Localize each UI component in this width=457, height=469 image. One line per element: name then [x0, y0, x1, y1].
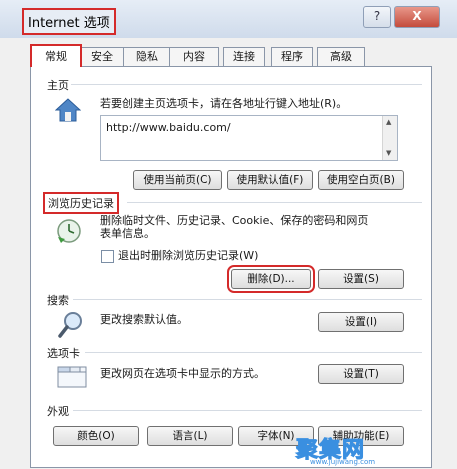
- tabs-group-title: 选项卡: [45, 345, 82, 361]
- history-group-rule: [127, 202, 422, 203]
- tab-connections[interactable]: 连接: [223, 47, 265, 66]
- search-description: 更改搜索默认值。: [100, 313, 188, 326]
- scroll-up-icon[interactable]: ▲: [386, 118, 391, 126]
- home-group-title: 主页: [45, 77, 71, 93]
- home-url-value: http://www.baidu.com/: [106, 121, 231, 134]
- history-clock-icon: [55, 217, 83, 245]
- colors-button[interactable]: 颜色(O): [53, 426, 139, 446]
- languages-button[interactable]: 语言(L): [147, 426, 233, 446]
- use-blank-button[interactable]: 使用空白页(B): [318, 170, 404, 190]
- home-icon: [54, 97, 82, 123]
- tab-general[interactable]: 常规: [30, 44, 82, 67]
- home-url-textarea[interactable]: http://www.baidu.com/ ▲ ▼: [100, 115, 398, 161]
- tabs-settings-button[interactable]: 设置(T): [318, 364, 404, 384]
- window-title: Internet 选项: [22, 8, 116, 35]
- history-description-line2: 表单信息。: [100, 227, 155, 240]
- delete-on-exit-checkbox[interactable]: [101, 250, 114, 263]
- tab-advanced[interactable]: 高级: [317, 47, 365, 66]
- tabs-window-icon: [57, 364, 87, 388]
- tab-programs[interactable]: 程序: [271, 47, 313, 66]
- delete-history-button[interactable]: 删除(D)...: [227, 265, 315, 293]
- close-button[interactable]: X: [394, 6, 440, 28]
- help-button[interactable]: ?: [363, 6, 391, 28]
- search-settings-button[interactable]: 设置(I): [318, 312, 404, 332]
- history-description-line1: 删除临时文件、历史记录、Cookie、保存的密码和网页: [100, 214, 369, 227]
- home-url-scrollbar[interactable]: ▲ ▼: [382, 116, 397, 160]
- home-group-rule: [67, 84, 422, 85]
- tab-privacy[interactable]: 隐私: [123, 47, 171, 66]
- history-settings-button[interactable]: 设置(S): [318, 269, 404, 289]
- history-group-title: 浏览历史记录: [43, 192, 119, 214]
- use-default-button[interactable]: 使用默认值(F): [227, 170, 313, 190]
- scroll-down-icon[interactable]: ▼: [386, 149, 391, 157]
- search-icon: [57, 310, 85, 340]
- appearance-group-rule: [73, 410, 422, 411]
- tabs-description: 更改网页在选项卡中显示的方式。: [100, 367, 265, 380]
- tab-content[interactable]: 内容: [169, 47, 219, 66]
- tab-security[interactable]: 安全: [79, 47, 125, 66]
- search-group-title: 搜索: [45, 292, 71, 308]
- tabs-group-rule: [85, 352, 422, 353]
- internet-options-dialog: Internet 选项 ? X 常规 安全 隐私 内容 连接 程序 高级 主页 …: [0, 0, 457, 469]
- watermark-url: www.jujiwang.com: [310, 458, 376, 466]
- delete-on-exit-label: 退出时删除浏览历史记录(W): [118, 249, 259, 262]
- use-current-button[interactable]: 使用当前页(C): [133, 170, 222, 190]
- search-group-rule: [73, 299, 422, 300]
- home-description: 若要创建主页选项卡，请在各地址行键入地址(R)。: [100, 97, 348, 110]
- title-bar: Internet 选项 ? X: [0, 0, 457, 38]
- appearance-group-title: 外观: [45, 403, 71, 419]
- general-tab-panel: 主页 若要创建主页选项卡，请在各地址行键入地址(R)。 http://www.b…: [30, 66, 432, 468]
